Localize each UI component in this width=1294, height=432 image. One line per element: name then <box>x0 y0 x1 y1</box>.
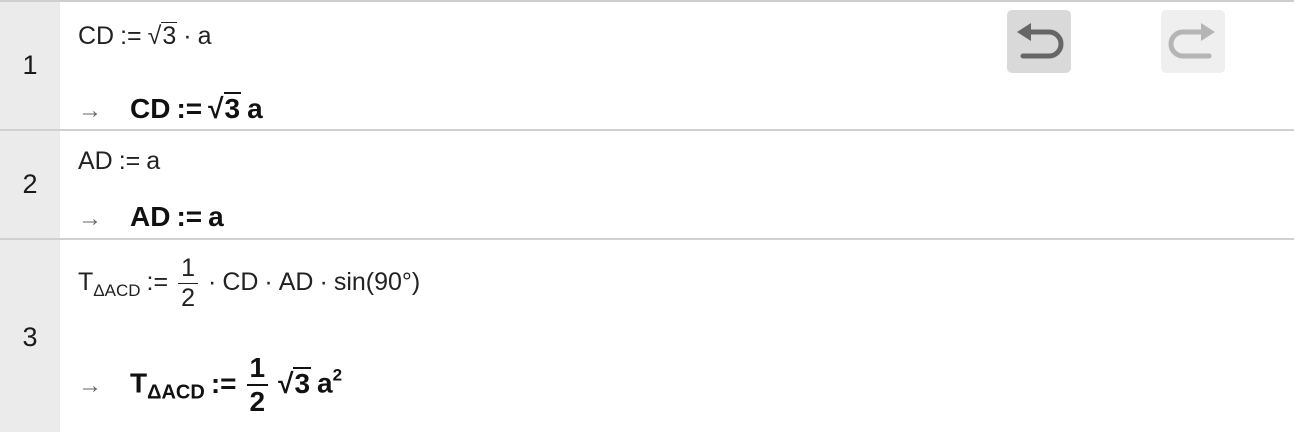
input-lhs: CD <box>78 22 115 50</box>
radicand: 3 <box>161 22 178 50</box>
assign-operator: := <box>120 22 142 50</box>
multiply-dot: · <box>264 267 273 296</box>
result-arrow-icon: → <box>78 97 102 124</box>
radicand: 3 <box>293 366 312 399</box>
term-sin: sin(90°) <box>333 267 421 296</box>
input-rhs: a <box>146 147 161 175</box>
term-ad: AD <box>278 267 314 296</box>
row-number[interactable]: 1 <box>0 50 60 81</box>
sqrt-expression: √3 <box>208 92 242 125</box>
fraction: 12 <box>178 254 198 313</box>
multiply-dot: · <box>319 267 328 296</box>
cas-row-3[interactable]: 3 TΔACD:= 1 2 · CD · AD · sin(90°) → TΔACD:= 1 2 √3 a… <box>0 240 1294 432</box>
input-cell[interactable]: AD:= a <box>78 147 160 176</box>
numerator: 1 <box>178 254 198 284</box>
redo-button[interactable] <box>1161 10 1225 73</box>
redo-icon <box>1168 22 1215 58</box>
output-rhs: a <box>208 201 224 232</box>
variable: a <box>317 367 333 399</box>
denominator: 2 <box>249 386 266 418</box>
row-gutter[interactable]: 2 <box>0 131 60 238</box>
multiply-dot: · <box>183 22 192 50</box>
output-cell: → TΔACD:= 1 2 √3 a2 <box>78 352 342 418</box>
input-lhs: AD <box>78 147 113 175</box>
row-number[interactable]: 3 <box>0 322 60 353</box>
assign-operator: := <box>210 367 237 399</box>
output-lhs: AD <box>130 201 171 232</box>
cas-view: 1 CD:= √3 · a → CD:= √3 a 2 AD:= a → AD:= a 3 TΔA… <box>0 0 1294 432</box>
multiply-dot: · <box>207 267 217 296</box>
subscript: ΔACD <box>93 280 141 300</box>
numerator: 1 <box>246 352 269 387</box>
row-number[interactable]: 2 <box>0 169 60 200</box>
output-lhs: CD <box>130 93 171 124</box>
assign-operator: := <box>146 267 169 296</box>
variable: a <box>247 93 263 124</box>
input-cell[interactable]: TΔACD:= 1 2 · CD · AD · sin(90°) <box>78 254 420 313</box>
assign-operator: := <box>118 147 141 175</box>
radicand: 3 <box>223 92 242 124</box>
undo-button[interactable] <box>1007 10 1071 73</box>
variable: a <box>197 22 212 50</box>
assign-operator: := <box>176 93 203 124</box>
fraction: 12 <box>246 352 269 418</box>
sqrt-icon: √ <box>278 367 294 399</box>
cas-row-1[interactable]: 1 CD:= √3 · a → CD:= √3 a <box>0 2 1294 131</box>
cas-row-2[interactable]: 2 AD:= a → AD:= a <box>0 131 1294 240</box>
output-cell: → CD:= √3 a <box>78 92 263 125</box>
sqrt-icon: √ <box>208 93 224 124</box>
row-gutter[interactable]: 3 <box>0 240 60 432</box>
input-cell[interactable]: CD:= √3 · a <box>78 22 212 51</box>
exponent: 2 <box>332 365 343 385</box>
denominator: 2 <box>181 283 195 312</box>
result-arrow-icon: → <box>78 371 102 399</box>
subscript: ΔACD <box>147 381 205 404</box>
output-lhs: T <box>130 367 148 399</box>
term-cd: CD <box>222 267 259 296</box>
output-cell: → AD:= a <box>78 201 224 233</box>
sqrt-expression: √3 <box>278 366 312 400</box>
result-arrow-icon: → <box>78 205 102 232</box>
undo-icon <box>1017 22 1064 58</box>
input-lhs: T <box>78 267 94 296</box>
row-gutter[interactable]: 1 <box>0 2 60 129</box>
sqrt-icon: √ <box>147 22 162 50</box>
sqrt-expression: √3 <box>148 22 178 51</box>
assign-operator: := <box>176 201 203 232</box>
